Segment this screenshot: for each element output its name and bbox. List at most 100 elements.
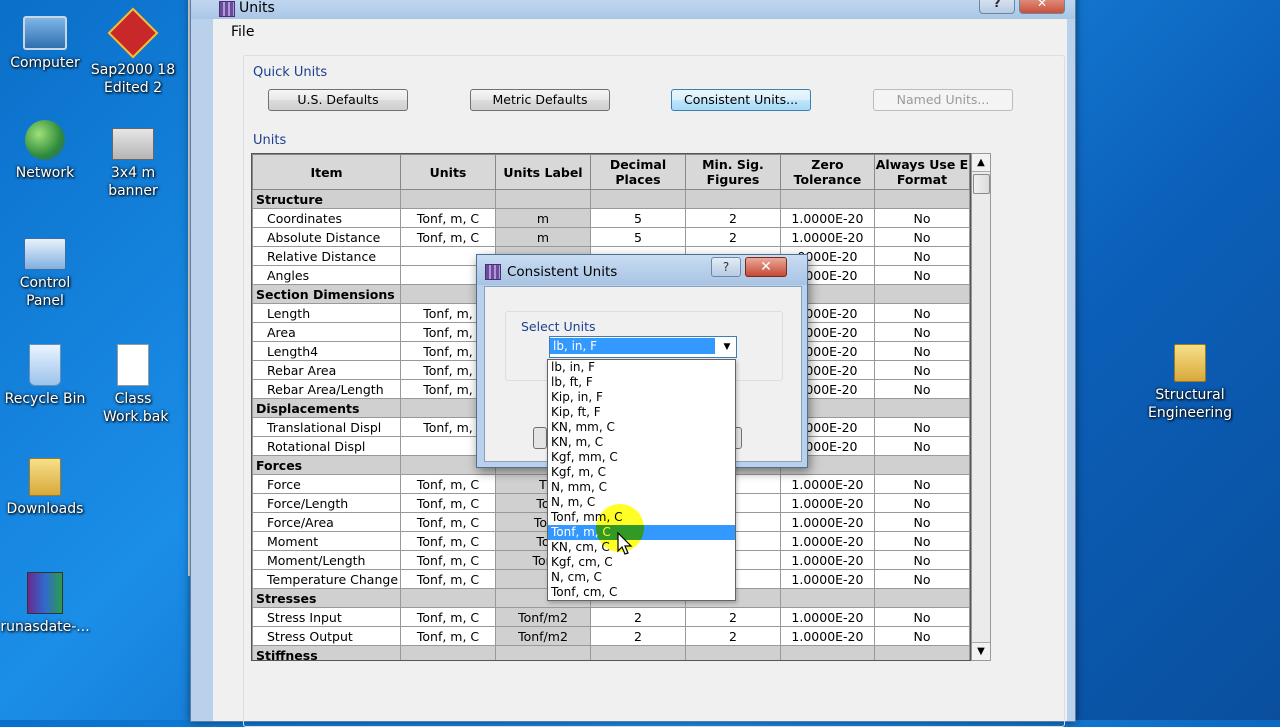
dropdown-option[interactable]: KN, mm, C bbox=[548, 420, 735, 435]
e-format-cell[interactable]: No bbox=[873, 474, 970, 494]
table-section-row[interactable]: Stiffness bbox=[252, 645, 970, 660]
units-dropdown-list[interactable]: lb, in, Flb, ft, F Kip, in, F Kip, ft, F KN… bbox=[547, 359, 736, 601]
e-format-cell[interactable]: No bbox=[873, 493, 970, 513]
desktop-icon-control-panel[interactable]: Control Panel bbox=[0, 238, 90, 310]
table-section-row[interactable]: Structure bbox=[252, 189, 970, 209]
dropdown-option[interactable]: N, mm, C bbox=[548, 480, 735, 495]
min-sig-figures-cell[interactable]: 2 bbox=[684, 227, 781, 247]
e-format-cell[interactable]: No bbox=[873, 607, 970, 627]
item-cell[interactable]: Angles bbox=[252, 265, 402, 285]
e-format-cell[interactable]: No bbox=[873, 265, 970, 285]
dropdown-option[interactable]: KN, m, C bbox=[548, 435, 735, 450]
item-cell[interactable]: Translational Displ bbox=[252, 417, 402, 437]
e-format-cell[interactable]: No bbox=[873, 417, 970, 437]
min-sig-figures-cell[interactable]: 2 bbox=[684, 607, 781, 627]
dropdown-option[interactable]: lb, in, F bbox=[548, 360, 735, 375]
e-format-cell[interactable]: No bbox=[873, 227, 970, 247]
zero-tolerance-cell[interactable]: 1.0000E-20 bbox=[779, 626, 875, 646]
e-format-cell[interactable]: No bbox=[873, 303, 970, 323]
decimal-places-cell[interactable]: 2 bbox=[589, 626, 686, 646]
table-row[interactable]: Absolute Distance Tonf, m, Cm 5 2 1.0000E-20… bbox=[252, 227, 970, 247]
item-cell[interactable]: Force/Length bbox=[252, 493, 402, 513]
dialog-close-button[interactable]: ✕ bbox=[745, 257, 787, 277]
zero-tolerance-cell[interactable]: 1.0000E-20 bbox=[779, 208, 875, 228]
zero-tolerance-cell[interactable]: 1.0000E-20 bbox=[779, 550, 875, 570]
e-format-cell[interactable]: No bbox=[873, 360, 970, 380]
zero-tolerance-cell[interactable]: 1.0000E-20 bbox=[779, 569, 875, 589]
item-cell[interactable]: Force bbox=[252, 474, 402, 494]
units-titlebar[interactable]: Units ? ✕ bbox=[191, 0, 1075, 19]
dropdown-option[interactable]: Tonf, cm, C bbox=[548, 585, 735, 600]
item-cell[interactable]: Rotational Displ bbox=[252, 436, 402, 456]
item-cell[interactable]: Rebar Area bbox=[252, 360, 402, 380]
e-format-cell[interactable]: No bbox=[873, 531, 970, 551]
zero-tolerance-cell[interactable]: 1.0000E-20 bbox=[779, 474, 875, 494]
zero-tolerance-cell[interactable]: 1.0000E-20 bbox=[779, 607, 875, 627]
scroll-thumb[interactable] bbox=[973, 174, 990, 194]
units-label-cell[interactable]: Tonf/m2 bbox=[495, 626, 591, 646]
dropdown-option[interactable]: Kgf, m, C bbox=[548, 465, 735, 480]
table-row[interactable]: Coordinates Tonf, m, Cm 5 2 1.0000E-20 No bbox=[252, 208, 970, 228]
e-format-cell[interactable]: No bbox=[873, 379, 970, 399]
dialog-titlebar[interactable]: Consistent Units ? ✕ bbox=[477, 255, 807, 285]
item-cell[interactable]: Temperature Change bbox=[252, 569, 402, 589]
help-button[interactable]: ? bbox=[979, 0, 1015, 14]
table-row[interactable]: Stress Output Tonf, m, C Tonf/m2 2 2 1.0000E-… bbox=[252, 626, 970, 646]
min-sig-figures-cell[interactable]: 2 bbox=[684, 208, 781, 228]
dropdown-option[interactable]: Kgf, mm, C bbox=[548, 450, 735, 465]
desktop-icon-banner[interactable]: 3x4 m banner bbox=[88, 128, 178, 200]
scroll-up-icon[interactable]: ▲ bbox=[972, 154, 990, 172]
units-label-cell[interactable]: m bbox=[495, 227, 591, 247]
units-cell[interactable]: Tonf, m, C bbox=[400, 474, 496, 494]
desktop-icon-network[interactable]: Network bbox=[0, 120, 90, 182]
e-format-cell[interactable]: No bbox=[873, 569, 970, 589]
dropdown-option[interactable]: lb, ft, F bbox=[548, 375, 735, 390]
item-cell[interactable]: Length4 bbox=[252, 341, 402, 361]
scroll-down-icon[interactable]: ▼ bbox=[972, 642, 990, 660]
desktop-icon-downloads[interactable]: Downloads bbox=[0, 458, 90, 518]
menu-file[interactable]: File bbox=[231, 24, 254, 40]
zero-tolerance-cell[interactable]: 1.0000E-20 bbox=[779, 512, 875, 532]
units-cell[interactable]: Tonf, m, C bbox=[400, 493, 496, 513]
min-sig-figures-cell[interactable]: 2 bbox=[684, 626, 781, 646]
dialog-help-button[interactable]: ? bbox=[711, 257, 741, 277]
dropdown-option[interactable]: N, cm, C bbox=[548, 570, 735, 585]
e-format-cell[interactable]: No bbox=[873, 550, 970, 570]
desktop-icon-structural-engineering[interactable]: Structural Engineering bbox=[1140, 344, 1240, 422]
item-cell[interactable]: Force/Area bbox=[252, 512, 402, 532]
desktop-icon-runasdate[interactable]: runasdate-... bbox=[0, 572, 90, 636]
item-cell[interactable]: Length bbox=[252, 303, 402, 323]
units-cell[interactable]: Tonf, m, C bbox=[400, 569, 496, 589]
desktop-icon-sap2000[interactable]: Sap2000 18 Edited 2 bbox=[88, 7, 178, 97]
decimal-places-cell[interactable]: 2 bbox=[589, 607, 686, 627]
desktop-icon-recycle-bin[interactable]: Recycle Bin bbox=[0, 344, 90, 408]
units-cell[interactable]: Tonf, m, C bbox=[400, 607, 496, 627]
table-row[interactable]: Stress Input Tonf, m, C Tonf/m2 2 2 1.0000E-2… bbox=[252, 607, 970, 627]
desktop-icon-computer[interactable]: Computer bbox=[0, 16, 90, 72]
item-cell[interactable]: Area bbox=[252, 322, 402, 342]
item-cell[interactable]: Stress Input bbox=[252, 607, 402, 627]
e-format-cell[interactable]: No bbox=[873, 512, 970, 532]
e-format-cell[interactable]: No bbox=[873, 626, 970, 646]
item-cell[interactable]: Coordinates bbox=[252, 208, 402, 228]
grid-vertical-scrollbar[interactable]: ▲ ▼ bbox=[971, 153, 991, 661]
item-cell[interactable]: Stress Output bbox=[252, 626, 402, 646]
units-cell[interactable]: Tonf, m, C bbox=[400, 550, 496, 570]
units-label-cell[interactable]: Tonf/m2 bbox=[495, 607, 591, 627]
chevron-down-icon[interactable]: ▼ bbox=[718, 337, 736, 357]
item-cell[interactable]: Moment/Length bbox=[252, 550, 402, 570]
units-cell[interactable]: Tonf, m, C bbox=[400, 227, 496, 247]
decimal-places-cell[interactable]: 5 bbox=[589, 227, 686, 247]
dropdown-option[interactable]: Kip, in, F bbox=[548, 390, 735, 405]
units-cell[interactable]: Tonf, m, C bbox=[400, 512, 496, 532]
dropdown-option[interactable]: Kip, ft, F bbox=[548, 405, 735, 420]
units-cell[interactable]: Tonf, m, C bbox=[400, 531, 496, 551]
dropdown-option[interactable]: KN, cm, C bbox=[548, 540, 735, 555]
e-format-cell[interactable]: No bbox=[873, 322, 970, 342]
units-select[interactable]: lb, in, F ▼ bbox=[549, 336, 737, 358]
zero-tolerance-cell[interactable]: 1.0000E-20 bbox=[779, 531, 875, 551]
e-format-cell[interactable]: No bbox=[873, 341, 970, 361]
zero-tolerance-cell[interactable]: 1.0000E-20 bbox=[779, 493, 875, 513]
dropdown-option[interactable]: Kgf, cm, C bbox=[548, 555, 735, 570]
ok-button[interactable] bbox=[533, 427, 547, 449]
